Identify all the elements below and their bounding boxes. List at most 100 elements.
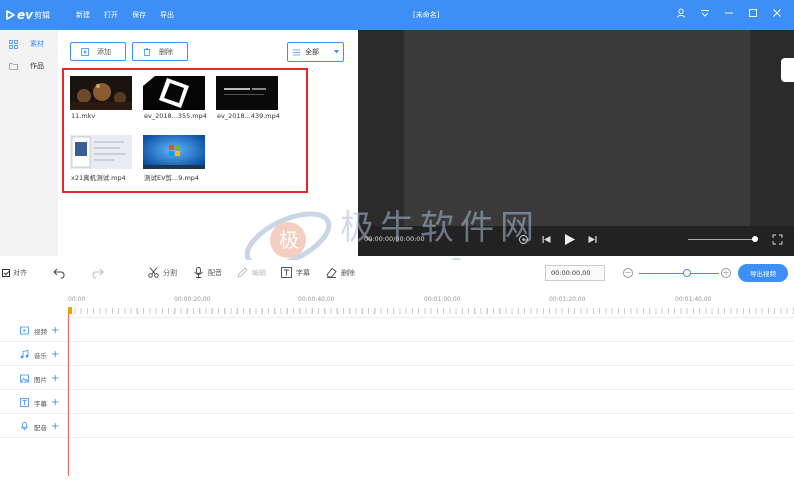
fullscreen-icon[interactable]: [772, 234, 783, 245]
track-header-music: 音乐 +: [20, 349, 59, 360]
track-label: 视频: [34, 327, 47, 336]
zoom-in-button[interactable]: +: [721, 268, 731, 278]
sidebar-item-works[interactable]: 作品: [0, 58, 58, 74]
media-thumb-5[interactable]: [143, 135, 205, 169]
volume-slider[interactable]: [688, 239, 758, 240]
sidebar-item-label: 素材: [30, 40, 44, 48]
track-label: 图片: [34, 375, 47, 384]
menu-new[interactable]: 新建: [76, 10, 90, 20]
tick-label: 00:01:20,00: [549, 296, 586, 303]
track-dub: 配音 +: [0, 414, 794, 438]
dub-label: 配音: [208, 268, 222, 277]
delete-clip-button[interactable]: 删除: [326, 267, 355, 278]
video-frame-image: [216, 76, 278, 110]
ev-editor-window: ev 剪辑 新建 打开 保存 导出 [未命名] 素材 作品 添加 删除 全部 1…: [0, 0, 794, 496]
pencil-icon: [237, 267, 248, 278]
play-icon[interactable]: [563, 233, 576, 246]
subtitle-button[interactable]: 字幕: [281, 267, 310, 278]
sidebar-item-label: 作品: [30, 62, 44, 70]
playhead-line: [68, 314, 69, 476]
align-checkbox[interactable]: 对齐: [2, 268, 27, 278]
document-title: [未命名]: [413, 11, 440, 19]
main-menu: 新建 打开 保存 导出: [76, 10, 188, 20]
logo-ev-text: ev: [17, 8, 33, 22]
zoom-out-button[interactable]: −: [623, 268, 633, 278]
window-controls: [676, 8, 782, 18]
delete-button-label: 删除: [159, 47, 173, 56]
redo-icon[interactable]: [92, 267, 104, 279]
video-frame-image: [143, 76, 205, 110]
play-logo-icon: [6, 10, 15, 20]
grid-icon: [9, 39, 18, 49]
media-thumb-4[interactable]: [70, 135, 132, 169]
minimize-icon[interactable]: [724, 8, 734, 18]
previous-icon[interactable]: [541, 234, 552, 245]
playhead-handle[interactable]: [68, 307, 72, 314]
add-button-label: 添加: [97, 47, 111, 56]
add-music-track-button[interactable]: +: [51, 349, 59, 360]
subtitle-track-icon: [20, 398, 29, 407]
timecode-input[interactable]: 00:00:00,00: [545, 265, 605, 281]
media-thumb-2[interactable]: [143, 76, 205, 110]
add-subtitle-track-button[interactable]: +: [51, 397, 59, 408]
media-thumb-1[interactable]: [70, 76, 132, 110]
media-thumb-3[interactable]: [216, 76, 278, 110]
video-frame-image: [143, 135, 205, 169]
track-video: 视频 +: [0, 318, 794, 342]
tick-label: 00:00:20,00: [174, 296, 211, 303]
timeline-ruler[interactable]: 00:00 00:00:20,00 00:00:40,00 00:01:00,0…: [68, 292, 794, 318]
tick-label: 00:00: [68, 296, 86, 303]
menu-export[interactable]: 导出: [160, 10, 174, 20]
undo-icon[interactable]: [53, 267, 65, 279]
align-label: 对齐: [13, 269, 27, 277]
logo-cn-text: 剪辑: [33, 10, 50, 20]
tick-label: 00:01:40,00: [675, 296, 712, 303]
image-icon: [20, 374, 29, 383]
preview-screen: [404, 30, 750, 226]
sidebar: 素材 作品: [0, 30, 58, 256]
add-image-track-button[interactable]: +: [51, 373, 59, 384]
filter-select[interactable]: 全部: [287, 42, 344, 62]
track-header-dub: 配音 +: [20, 421, 59, 432]
media-name-3: ev_2018...439.mp4: [217, 112, 280, 120]
maximize-icon[interactable]: [748, 8, 758, 18]
track-subtitle: 字幕 +: [0, 390, 794, 414]
dub-button[interactable]: 配音: [193, 267, 222, 278]
sidebar-item-materials[interactable]: 素材: [0, 36, 58, 52]
add-video-track-button[interactable]: +: [51, 325, 59, 336]
add-button[interactable]: 添加: [70, 42, 126, 61]
edit-button[interactable]: 编辑: [237, 267, 266, 278]
menu-open[interactable]: 打开: [104, 10, 118, 20]
media-grid: 11.mkv ev_2018...355.mp4 ev_2018...439.m…: [62, 68, 308, 193]
media-name-4: x21真机测试.mp4: [71, 174, 126, 182]
side-panel-tab[interactable]: [781, 58, 794, 82]
export-video-button[interactable]: 导出视频: [738, 264, 788, 282]
track-image: 图片 +: [0, 366, 794, 390]
dub-track-icon: [20, 422, 29, 431]
subtitle-label: 字幕: [296, 268, 310, 277]
zoom-slider[interactable]: [639, 273, 719, 274]
delete-clip-label: 删除: [341, 268, 355, 277]
media-name-2: ev_2018...355.mp4: [144, 112, 207, 120]
dropdown-menu-icon[interactable]: [700, 8, 710, 18]
video-frame-image: [70, 135, 132, 169]
zoom-knob[interactable]: [683, 269, 691, 277]
watermark-text: 极牛软件网: [340, 208, 540, 248]
filter-value: 全部: [305, 48, 319, 56]
video-frame-image: [70, 76, 132, 110]
microphone-icon: [194, 267, 203, 278]
add-dub-track-button[interactable]: +: [51, 421, 59, 432]
tick-label: 00:01:00,00: [424, 296, 461, 303]
close-icon[interactable]: [772, 8, 782, 18]
user-icon[interactable]: [676, 8, 686, 18]
track-header-video: 视频 +: [20, 325, 59, 336]
delete-button[interactable]: 删除: [132, 42, 188, 61]
folder-icon: [9, 62, 18, 70]
track-music: 音乐 +: [0, 342, 794, 366]
music-note-icon: [20, 350, 29, 359]
next-icon[interactable]: [587, 234, 598, 245]
menu-save[interactable]: 保存: [132, 10, 146, 20]
split-button[interactable]: 分割: [148, 267, 177, 278]
volume-knob[interactable]: [751, 236, 758, 242]
tick-label: 00:00:40,00: [298, 296, 335, 303]
